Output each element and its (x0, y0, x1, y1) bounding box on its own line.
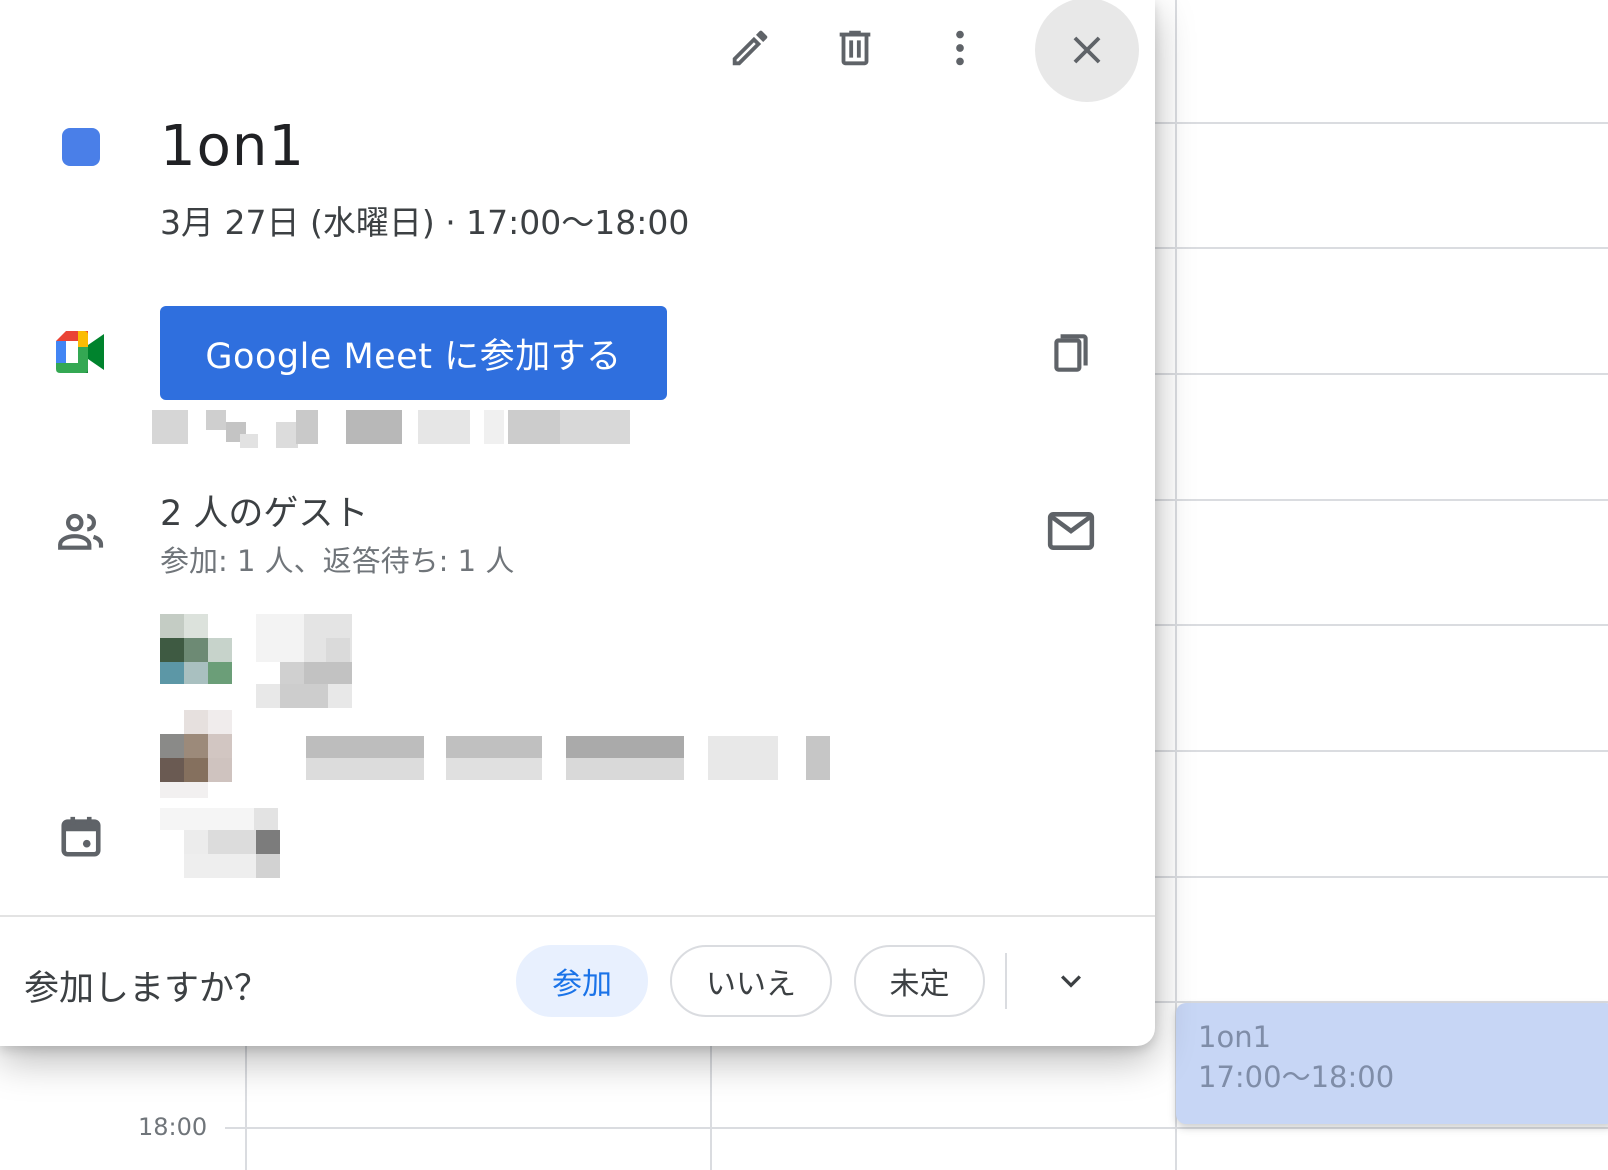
event-title: 1on1 (160, 114, 306, 179)
calendar-view: 18:00 1on1 17:00〜18:00 1on1 3月 27日 (水曜日)… (0, 0, 1608, 1170)
join-google-meet-button[interactable]: Google Meet に参加する (160, 306, 667, 400)
event-block-time: 17:00〜18:00 (1198, 1060, 1395, 1094)
rsvp-question: 参加しますか？ (24, 969, 270, 1009)
event-color-swatch (62, 128, 100, 166)
rsvp-yes-chip[interactable]: 参加 (516, 945, 648, 1017)
event-detail-popup: 1on1 3月 27日 (水曜日) · 17:00〜18:00 Google M… (0, 0, 1155, 1046)
guests-count: 2 人のゲスト (160, 494, 369, 534)
grid-line (225, 1127, 1608, 1129)
event-block-title: 1on1 (1198, 1020, 1272, 1054)
email-guests-button[interactable] (1044, 508, 1098, 554)
rsvp-no-chip[interactable]: いいえ (670, 945, 832, 1017)
google-meet-icon (56, 330, 106, 374)
rsvp-maybe-chip[interactable]: 未定 (854, 945, 985, 1017)
calendar-event-block[interactable]: 1on1 17:00〜18:00 (1176, 1003, 1608, 1124)
popup-toolbar (0, 0, 1155, 102)
redacted-meet-link[interactable] (150, 408, 640, 450)
rsvp-more-button[interactable] (1048, 958, 1094, 1004)
calendar-owner (160, 808, 290, 880)
close-icon (1073, 36, 1101, 64)
delete-button[interactable] (807, 0, 903, 96)
people-icon (54, 508, 108, 554)
popup-divider (0, 915, 1155, 917)
edit-button[interactable] (702, 0, 798, 96)
event-datetime: 3月 27日 (水曜日) · 17:00〜18:00 (160, 203, 690, 242)
guest-list-item[interactable] (160, 614, 390, 710)
close-button[interactable] (1035, 0, 1139, 102)
mail-icon (1047, 512, 1095, 550)
guest-list-item[interactable] (160, 710, 840, 800)
copy-icon (1054, 334, 1088, 372)
more-options-button[interactable] (912, 0, 1008, 96)
copy-meet-link-button[interactable] (1044, 326, 1098, 380)
guests-response-summary: 参加: 1 人、返答待ち: 1 人 (160, 544, 515, 578)
calendar-icon (56, 812, 106, 862)
more-vert-icon (956, 30, 964, 66)
pencil-icon (732, 30, 768, 66)
time-label-1800: 18:00 (138, 1113, 208, 1141)
trash-icon (839, 30, 871, 66)
rsvp-separator (1005, 953, 1007, 1009)
grid-column-line (1175, 0, 1177, 1170)
chevron-down-icon (1061, 975, 1081, 988)
